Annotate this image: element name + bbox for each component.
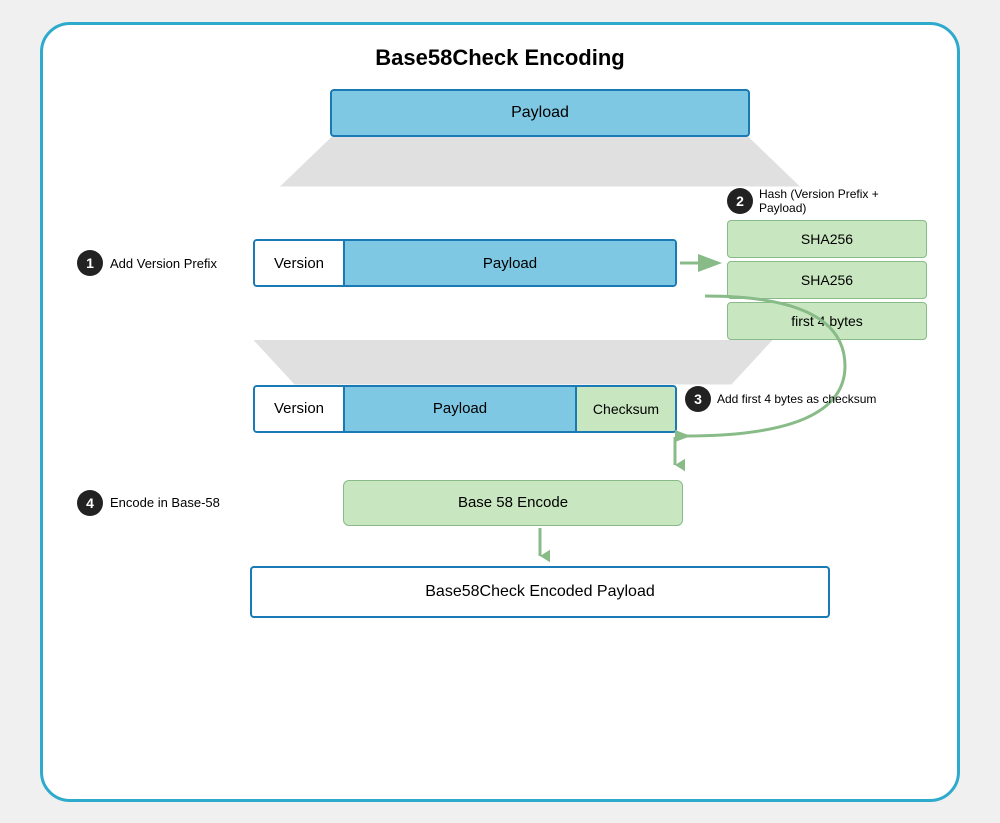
- checksum-box: Checksum: [575, 387, 675, 431]
- version-box-1: Version: [255, 241, 345, 285]
- version-box-2: Version: [255, 387, 345, 431]
- final-output-row: Base58Check Encoded Payload: [153, 566, 927, 618]
- step4-row: 4 Encode in Base-58 Base 58 Encode: [73, 480, 927, 526]
- payload-box-1: Payload: [345, 241, 675, 285]
- checksum-row: Version Payload Checksum: [253, 385, 677, 433]
- step1-label: 1 Add Version Prefix: [73, 250, 253, 276]
- top-payload-box: Payload: [330, 89, 750, 137]
- step1-version-payload-row: Version Payload: [253, 239, 677, 287]
- page-title: Base58Check Encoding: [375, 45, 624, 71]
- step3-circle: 3: [685, 386, 711, 412]
- base58-encode-box: Base 58 Encode: [343, 480, 683, 526]
- main-card: Base58Check Encoding Payload 1 Add Versi…: [40, 22, 960, 802]
- arrow-right-1: [677, 239, 727, 287]
- step3-area: 3 Add first 4 bytes as checksum: [677, 406, 927, 412]
- arrow-down-2: [153, 528, 927, 564]
- step4-label: 4 Encode in Base-58: [73, 490, 253, 516]
- step3-label: 3 Add first 4 bytes as checksum: [685, 386, 927, 412]
- step2-label: 2 Hash (Version Prefix + Payload): [727, 187, 927, 215]
- step4-circle: 4: [77, 490, 103, 516]
- step1-circle: 1: [77, 250, 103, 276]
- funnel-mid: [253, 340, 773, 385]
- funnel-top: [280, 137, 800, 187]
- payload-box-2: Payload: [345, 387, 575, 431]
- final-output-box: Base58Check Encoded Payload: [250, 566, 830, 618]
- sha256-box-1: SHA256: [727, 220, 927, 258]
- step2-circle: 2: [727, 188, 753, 214]
